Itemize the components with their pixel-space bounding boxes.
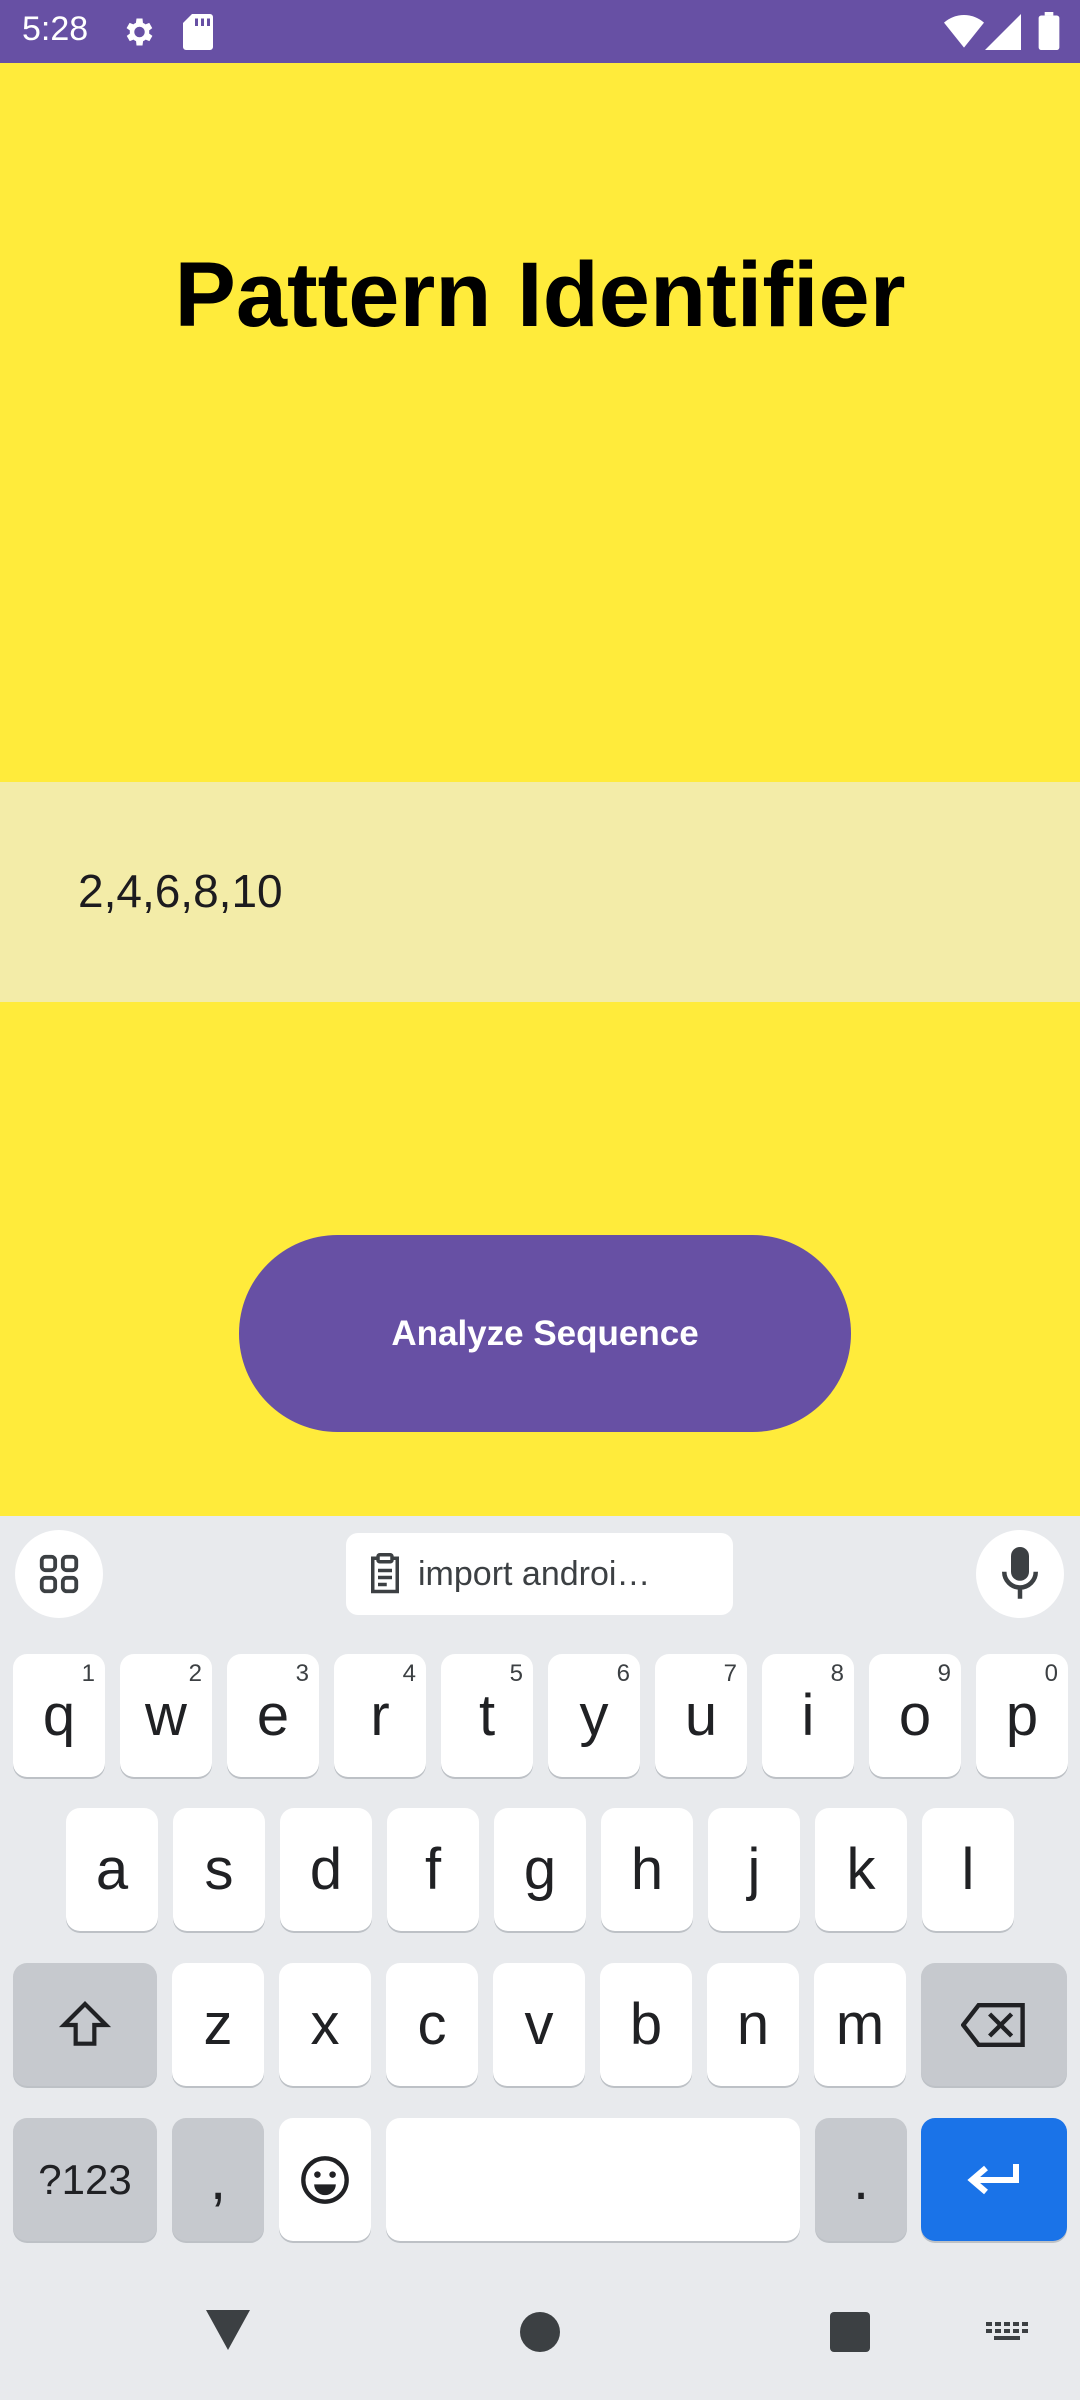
key-z[interactable]: z xyxy=(172,1963,264,2086)
key-number-hint: 6 xyxy=(616,1660,630,1687)
key-r[interactable]: r4 xyxy=(334,1654,426,1777)
space-key[interactable] xyxy=(386,2118,800,2241)
key-j[interactable]: j xyxy=(708,1808,800,1931)
key-y[interactable]: y6 xyxy=(548,1654,640,1777)
key-label: p xyxy=(1005,1683,1039,1748)
key-label: u xyxy=(684,1683,718,1748)
key-p[interactable]: p0 xyxy=(976,1654,1068,1777)
clipboard-suggestion-text: import androi… xyxy=(418,1554,651,1593)
key-x[interactable]: x xyxy=(279,1963,371,2086)
key-w[interactable]: w2 xyxy=(120,1654,212,1777)
sequence-input-field[interactable]: 2,4,6,8,10 xyxy=(0,782,1080,1002)
key-label: w xyxy=(145,1683,187,1748)
key-label: y xyxy=(579,1683,609,1748)
emoji-key[interactable] xyxy=(279,2118,371,2241)
key-number-hint: 4 xyxy=(402,1660,416,1687)
key-label: q xyxy=(42,1683,76,1748)
cellular-signal-icon xyxy=(985,14,1021,55)
back-triangle-icon[interactable] xyxy=(206,2310,250,2355)
recents-square-icon[interactable] xyxy=(830,2312,870,2357)
key-h[interactable]: h xyxy=(601,1808,693,1931)
settings-gear-icon xyxy=(120,14,156,55)
enter-key[interactable] xyxy=(921,2118,1067,2241)
comma-key[interactable]: , xyxy=(172,2118,264,2241)
clipboard-suggestion[interactable]: import androi… xyxy=(346,1533,733,1615)
enter-arrow-icon xyxy=(967,2163,1019,2194)
shift-key[interactable] xyxy=(13,1963,157,2086)
key-number-hint: 2 xyxy=(188,1660,202,1687)
key-label: o xyxy=(898,1683,932,1748)
key-number-hint: 8 xyxy=(830,1660,844,1687)
app-screen: Pattern Identifier 2,4,6,8,10 Analyze Se… xyxy=(0,63,1080,1516)
key-t[interactable]: t5 xyxy=(441,1654,533,1777)
key-label: r xyxy=(370,1683,390,1748)
key-n[interactable]: n xyxy=(707,1963,799,2086)
microphone-icon[interactable] xyxy=(976,1530,1064,1618)
key-g[interactable]: g xyxy=(494,1808,586,1931)
backspace-key[interactable] xyxy=(921,1963,1067,2086)
key-d[interactable]: d xyxy=(280,1808,372,1931)
key-number-hint: 7 xyxy=(723,1660,737,1687)
key-c[interactable]: c xyxy=(386,1963,478,2086)
on-screen-keyboard: import androi… q1w2e3r4t5y6u7i8o9p0 asdf… xyxy=(0,1516,1080,2400)
backspace-icon xyxy=(961,2002,1025,2047)
analyze-sequence-button[interactable]: Analyze Sequence xyxy=(239,1235,851,1432)
key-number-hint: 9 xyxy=(937,1660,951,1687)
system-navigation-bar xyxy=(0,2270,1080,2400)
keyboard-switch-icon[interactable] xyxy=(986,2322,1028,2345)
key-number-hint: 3 xyxy=(295,1660,309,1687)
key-m[interactable]: m xyxy=(814,1963,906,2086)
home-circle-icon[interactable] xyxy=(520,2312,560,2357)
key-o[interactable]: o9 xyxy=(869,1654,961,1777)
key-b[interactable]: b xyxy=(600,1963,692,2086)
key-label: t xyxy=(478,1683,496,1748)
key-label: e xyxy=(256,1683,290,1748)
key-f[interactable]: f xyxy=(387,1808,479,1931)
sequence-input-value[interactable]: 2,4,6,8,10 xyxy=(78,864,283,918)
status-bar: 5:28 xyxy=(0,0,1080,63)
key-e[interactable]: e3 xyxy=(227,1654,319,1777)
page-title: Pattern Identifier xyxy=(174,244,906,346)
key-q[interactable]: q1 xyxy=(13,1654,105,1777)
key-number-hint: 1 xyxy=(81,1660,95,1687)
key-a[interactable]: a xyxy=(66,1808,158,1931)
emoji-icon xyxy=(301,2155,349,2204)
key-label: i xyxy=(801,1683,815,1748)
period-key[interactable]: . xyxy=(815,2118,907,2241)
key-k[interactable]: k xyxy=(815,1808,907,1931)
key-s[interactable]: s xyxy=(173,1808,265,1931)
sd-card-icon xyxy=(183,14,213,55)
shift-icon xyxy=(58,2000,112,2046)
key-u[interactable]: u7 xyxy=(655,1654,747,1777)
clipboard-icon xyxy=(371,1553,399,1594)
wifi-icon xyxy=(944,14,984,53)
key-v[interactable]: v xyxy=(493,1963,585,2086)
keyboard-apps-grid-icon[interactable] xyxy=(15,1530,103,1618)
key-number-hint: 5 xyxy=(509,1660,523,1687)
key-l[interactable]: l xyxy=(922,1808,1014,1931)
key-i[interactable]: i8 xyxy=(762,1654,854,1777)
battery-icon xyxy=(1038,12,1060,55)
status-time: 5:28 xyxy=(22,10,89,48)
key-number-hint: 0 xyxy=(1044,1660,1058,1687)
symbols-key[interactable]: ?123 xyxy=(13,2118,157,2241)
